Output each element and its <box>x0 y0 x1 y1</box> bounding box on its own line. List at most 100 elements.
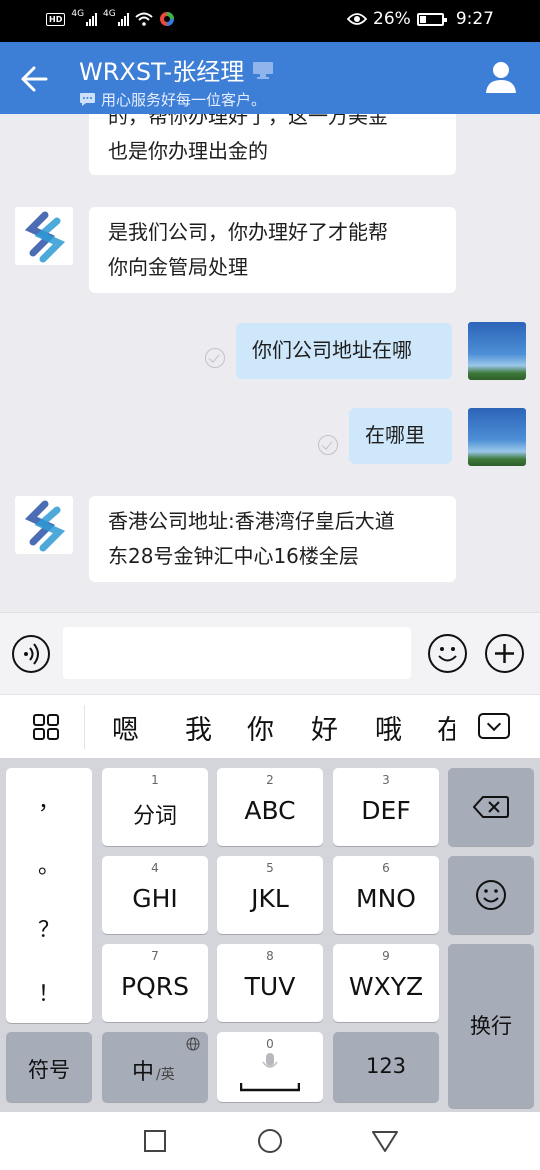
key-number: 6 <box>382 861 390 875</box>
chat-message-list[interactable]: 的，帮你办理好了，这一万美金 也是你办理出金的 是我们公司，你办理好了才能帮 你… <box>0 114 540 612</box>
candidate-word[interactable]: 我 <box>185 708 212 747</box>
my-avatar[interactable] <box>468 408 526 466</box>
wifi-icon <box>135 12 153 26</box>
key-label: DEF <box>361 796 411 825</box>
key-6[interactable]: 6 MNO <box>333 856 439 934</box>
smiley-icon <box>476 880 506 910</box>
symbols-label: 符号 <box>28 1058 70 1082</box>
voice-input-button[interactable] <box>12 635 50 673</box>
enter-key[interactable]: 换行 <box>448 944 534 1108</box>
microphone-icon <box>262 1053 278 1068</box>
eye-comfort-icon <box>347 13 368 25</box>
company-logo-icon <box>24 211 66 263</box>
message-text-line: 你们公司地址在哪 <box>252 338 412 362</box>
candidate-word[interactable]: 好 <box>311 708 338 747</box>
message-text-line: 是我们公司，你办理好了才能帮 <box>108 220 388 244</box>
smiley-icon <box>438 647 457 662</box>
punct-comma[interactable]: ， <box>6 784 92 816</box>
signal-icon-2 <box>117 12 129 26</box>
key-4[interactable]: 4 GHI <box>102 856 208 934</box>
punct-question[interactable]: ？ <box>6 912 92 944</box>
numbers-key[interactable]: 123 <box>333 1032 439 1102</box>
company-logo-icon <box>24 500 66 552</box>
message-bubble-incoming[interactable]: 是我们公司，你办理好了才能帮 你向金管局处理 <box>89 207 456 293</box>
plus-icon <box>495 644 514 663</box>
space-bar-icon <box>240 1083 300 1092</box>
emoji-button[interactable] <box>428 634 467 673</box>
key-8[interactable]: 8 TUV <box>217 944 323 1022</box>
key-1[interactable]: 1 分词 <box>102 768 208 846</box>
message-text-line: 的，帮你办理好了，这一万美金 <box>108 114 388 128</box>
back-arrow-icon[interactable] <box>16 62 50 96</box>
punctuation-column[interactable]: ， 。 ？ ！ <box>6 768 92 1023</box>
message-input[interactable] <box>63 627 411 679</box>
battery-icon <box>416 12 447 26</box>
key-2[interactable]: 2 ABC <box>217 768 323 846</box>
space-key[interactable]: 0 <box>217 1032 323 1102</box>
key-label: TUV <box>244 972 296 1001</box>
candidate-word[interactable]: 嗯 <box>112 708 139 747</box>
ime-menu-grid-icon[interactable] <box>33 714 59 740</box>
key-label: JKL <box>251 884 289 913</box>
message-bubble-incoming[interactable]: 的，帮你办理好了，这一万美金 也是你办理出金的 <box>89 114 456 175</box>
key-label: PQRS <box>121 972 189 1001</box>
key-number: 3 <box>382 773 390 787</box>
key-5[interactable]: 5 JKL <box>217 856 323 934</box>
collapse-keyboard-button[interactable] <box>478 713 510 739</box>
numbers-label: 123 <box>365 1054 407 1078</box>
lang-main-label: 中 <box>132 1060 155 1085</box>
key-label: WXYZ <box>348 972 424 1001</box>
contact-avatar[interactable] <box>15 496 73 554</box>
signature-bubble-icon <box>80 93 95 106</box>
network-indicators: HD 4G 4G <box>46 9 175 27</box>
message-bubble-outgoing[interactable]: 在哪里 <box>349 408 452 464</box>
key-7[interactable]: 7 PQRS <box>102 944 208 1022</box>
status-right: 26% 9:27 <box>347 9 494 29</box>
key-label: MNO <box>356 884 416 913</box>
message-bubble-incoming[interactable]: 香港公司地址:香港湾仔皇后大道 东28号金钟汇中心16楼全层 <box>89 496 456 582</box>
key-number: 1 <box>151 773 159 787</box>
more-actions-button[interactable] <box>485 634 524 673</box>
desktop-online-icon <box>253 61 274 79</box>
message-bubble-outgoing[interactable]: 你们公司地址在哪 <box>236 323 452 379</box>
my-avatar[interactable] <box>468 322 526 380</box>
ime-candidate-bar: 嗯 我 你 好 哦 在 <box>0 694 540 758</box>
message-text-line: 你向金管局处理 <box>108 255 248 279</box>
recent-apps-icon[interactable] <box>143 1129 167 1153</box>
candidate-word[interactable]: 哦 <box>375 708 402 747</box>
chat-title: WRXST-张经理 <box>79 58 245 86</box>
lang-sub-label: /英 <box>156 1067 175 1083</box>
key-9[interactable]: 9 WXYZ <box>333 944 439 1022</box>
key-number: 9 <box>382 949 390 963</box>
message-text-line: 在哪里 <box>365 423 425 447</box>
message-text-line: 也是你办理出金的 <box>108 139 268 163</box>
voice-icon <box>24 643 39 665</box>
key-label: ABC <box>244 796 296 825</box>
app-notification-icon <box>159 12 174 26</box>
candidate-word[interactable]: 在 <box>437 708 455 747</box>
backspace-icon <box>473 796 509 818</box>
ime-keyboard: ， 。 ？ ！ 1 分词 2 ABC 3 DEF 4 GHI 5 JKL 6 MNO 7 PQ… <box>0 758 540 1112</box>
emoji-key[interactable] <box>448 856 534 934</box>
language-switch-key[interactable]: 中 /英 <box>102 1032 208 1102</box>
battery-percent: 26% <box>373 9 411 29</box>
key-number: 5 <box>266 861 274 875</box>
candidate-word[interactable]: 你 <box>247 708 274 747</box>
backspace-key[interactable] <box>448 768 534 846</box>
punct-period[interactable]: 。 <box>6 848 92 880</box>
key-number: 0 <box>266 1037 274 1051</box>
hd-badge: HD <box>46 12 66 26</box>
clock: 9:27 <box>455 9 494 29</box>
punct-exclaim[interactable]: ！ <box>6 976 92 1008</box>
back-triangle-icon[interactable] <box>371 1129 399 1153</box>
message-text-line: 香港公司地址:香港湾仔皇后大道 <box>108 509 395 533</box>
chat-subtitle: 用心服务好每一位客户。 <box>101 91 267 109</box>
symbols-key[interactable]: 符号 <box>6 1032 92 1102</box>
key-3[interactable]: 3 DEF <box>333 768 439 846</box>
contact-avatar[interactable] <box>15 207 73 265</box>
key-number: 2 <box>266 773 274 787</box>
chat-header: WRXST-张经理 用心服务好每一位客户。 <box>0 42 540 114</box>
signal-icon <box>86 12 98 26</box>
home-icon[interactable] <box>257 1128 283 1154</box>
profile-icon[interactable] <box>484 60 518 94</box>
